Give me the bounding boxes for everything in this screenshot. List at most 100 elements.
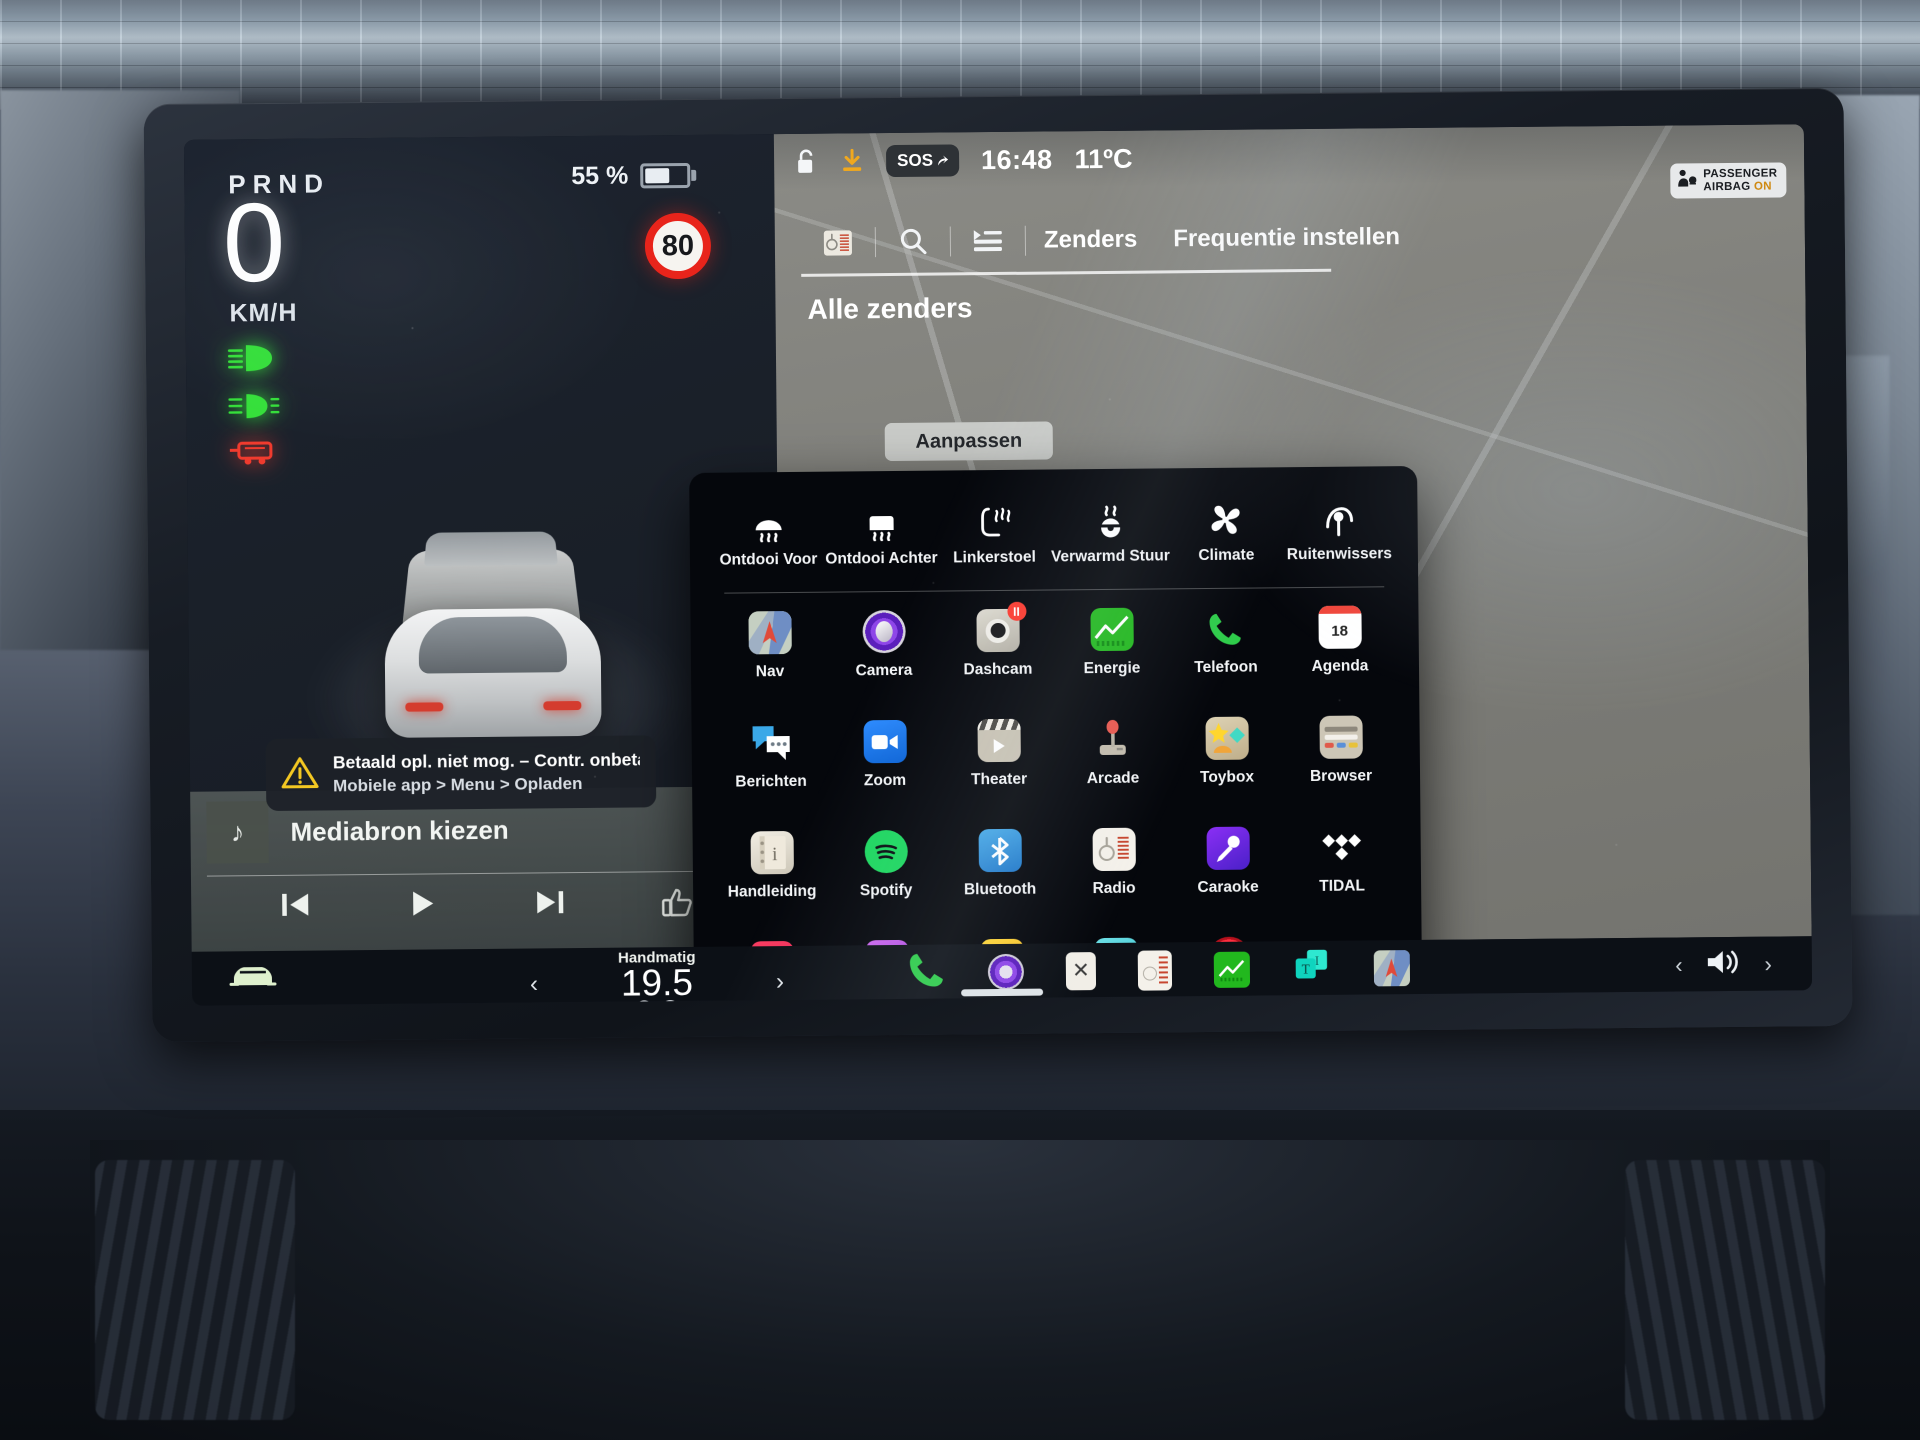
app-row-1: Nav Camera II Dashcam Energie Telefoon 1…	[712, 597, 1397, 714]
svg-text:T: T	[1302, 962, 1310, 977]
climate-verwarmd-stuur[interactable]: Verwarmd Stuur	[1050, 488, 1170, 585]
heated-steering-wheel-icon	[1093, 497, 1127, 539]
next-track-button[interactable]	[486, 888, 614, 919]
app-handleiding[interactable]: i Handleiding	[714, 823, 829, 934]
app-launcher[interactable]: Ontdooi Voor Ontdooi Achter Linkerstoel …	[689, 465, 1423, 1006]
playlist-icon[interactable]	[951, 227, 1025, 256]
app-dashcam[interactable]: II Dashcam	[940, 600, 1055, 711]
app-toybox[interactable]: Toybox	[1169, 708, 1284, 819]
radio-tuner-icon	[1092, 827, 1136, 872]
car-front-icon[interactable]	[228, 960, 278, 999]
climate-ruitenwissers[interactable]: Ruitenwissers	[1282, 486, 1396, 583]
app-label: TIDAL	[1319, 877, 1365, 895]
console-vent-left	[95, 1160, 295, 1420]
passenger-airbag-line2: AIRBAG	[1703, 180, 1751, 193]
play-button[interactable]	[359, 889, 487, 920]
app-tidal[interactable]: TIDAL	[1284, 817, 1399, 928]
previous-track-button[interactable]	[231, 890, 359, 921]
app-label: Radio	[1092, 879, 1136, 898]
fan-icon	[1208, 496, 1244, 538]
passenger-airbag-state: ON	[1753, 180, 1772, 193]
app-energie[interactable]: Energie	[1054, 599, 1169, 710]
app-caraoke[interactable]: Caraoke	[1170, 818, 1285, 929]
app-telefoon[interactable]: Telefoon	[1168, 598, 1283, 709]
app-label: Agenda	[1311, 657, 1369, 675]
maps-icon	[747, 610, 792, 655]
media-source-label[interactable]: Mediabron kiezen	[290, 815, 508, 848]
app-label: Toybox	[1199, 768, 1255, 787]
tab-zenders[interactable]: Zenders	[1026, 225, 1156, 254]
trailer-warning-icon	[227, 437, 275, 467]
app-label: Linkerstoel	[953, 548, 1036, 567]
dock-close[interactable]: ✕	[1065, 951, 1097, 990]
home-indicator[interactable]	[961, 988, 1044, 997]
software-update-download-icon[interactable]	[840, 148, 864, 174]
tesla-touchscreen[interactable]: PRND 0 KM/H 55 % 80 Betaald opl. niet mo…	[183, 124, 1813, 1006]
app-theater[interactable]: Theater	[941, 710, 1056, 821]
unlocked-padlock-icon[interactable]	[796, 148, 818, 176]
app-bluetooth[interactable]: Bluetooth	[942, 820, 1057, 931]
app-label: Ruitenwissers	[1286, 545, 1393, 564]
customize-button[interactable]: Aanpassen	[884, 421, 1053, 462]
app-label: Berichten	[735, 772, 807, 791]
energy-graph-icon	[1089, 607, 1134, 652]
app-label: Camera	[855, 661, 913, 680]
calendar-day: 18	[1331, 622, 1349, 640]
music-note-icon: ♪	[206, 801, 269, 864]
search-icon[interactable]	[876, 226, 950, 257]
bluetooth-icon	[978, 828, 1022, 873]
dock-energy[interactable]	[1213, 951, 1251, 988]
app-radio[interactable]: Radio	[1056, 819, 1171, 930]
touchscreen-bezel: PRND 0 KM/H 55 % 80 Betaald opl. niet mo…	[143, 87, 1853, 1043]
center-console	[90, 1140, 1830, 1440]
dock-radio[interactable]	[1137, 949, 1173, 991]
speaker-icon[interactable]	[1704, 947, 1742, 982]
dock-nav[interactable]	[1373, 949, 1411, 986]
app-label: Verwarmd Stuur	[1050, 547, 1170, 566]
dock-tunein[interactable]: I T	[1292, 947, 1332, 990]
app-zoom[interactable]: Zoom	[827, 712, 942, 823]
lowbeam-headlight-icon	[226, 343, 278, 373]
dock-camera[interactable]	[987, 953, 1025, 990]
app-berichten[interactable]: Berichten	[713, 713, 828, 824]
speed-value: 0	[222, 179, 284, 306]
charging-warning-card[interactable]: Betaald opl. niet mog. – Contr. onbetaal…	[265, 735, 657, 812]
passenger-airbag-indicator: PASSENGER AIRBAG ON	[1670, 162, 1787, 199]
defrost-rear-icon	[864, 499, 898, 542]
dashcam-badge: II	[1006, 601, 1027, 621]
app-camera[interactable]: Camera	[826, 602, 941, 713]
heated-seat-icon	[976, 498, 1012, 540]
app-label: Handleiding	[727, 882, 817, 901]
dock-phone[interactable]	[908, 951, 946, 994]
climate-ontdooi-voor[interactable]: Ontdooi Voor	[711, 492, 825, 589]
app-arcade[interactable]: Arcade	[1055, 709, 1170, 820]
radio-tuner-icon[interactable]	[801, 226, 875, 259]
app-agenda[interactable]: 18 Agenda	[1282, 597, 1397, 708]
app-spotify[interactable]: Spotify	[828, 822, 943, 933]
app-label: Spotify	[859, 881, 913, 900]
temperature-control[interactable]: ‹ Handmatig 19.5 ›	[530, 948, 784, 1006]
app-browser[interactable]: Browser	[1283, 707, 1398, 818]
tidal-icon	[1320, 826, 1363, 869]
climate-climate[interactable]: Climate	[1169, 487, 1283, 584]
app-nav[interactable]: Nav	[712, 603, 827, 714]
app-row-3: i Handleiding Spotify Bluetooth Radio Ca…	[714, 817, 1399, 934]
svg-text:i: i	[772, 844, 777, 865]
app-label: Browser	[1309, 767, 1373, 786]
temp-value: 19.5	[620, 961, 694, 1004]
calendar-icon: 18	[1317, 605, 1362, 649]
temp-decrease-button[interactable]: ‹	[530, 970, 538, 998]
climate-linkerstoel[interactable]: Linkerstoel	[937, 489, 1051, 586]
volume-increase-button[interactable]: ›	[1764, 951, 1772, 977]
climate-ontdooi-achter[interactable]: Ontdooi Achter	[824, 491, 938, 588]
volume-decrease-button[interactable]: ‹	[1675, 952, 1683, 978]
tab-frequentie-instellen[interactable]: Frequentie instellen	[1155, 223, 1418, 254]
ego-vehicle-render	[384, 607, 602, 738]
app-label: Ontdooi Voor	[719, 550, 818, 569]
climate-shortcut-row: Ontdooi Voor Ontdooi Achter Linkerstoel …	[711, 486, 1396, 589]
sos-button[interactable]: SOS	[885, 144, 960, 178]
highbeam-headlight-icon	[226, 391, 280, 422]
dashcam-icon: II	[975, 601, 1027, 653]
temp-increase-button[interactable]: ›	[776, 968, 784, 996]
app-label: Telefoon	[1194, 658, 1258, 677]
